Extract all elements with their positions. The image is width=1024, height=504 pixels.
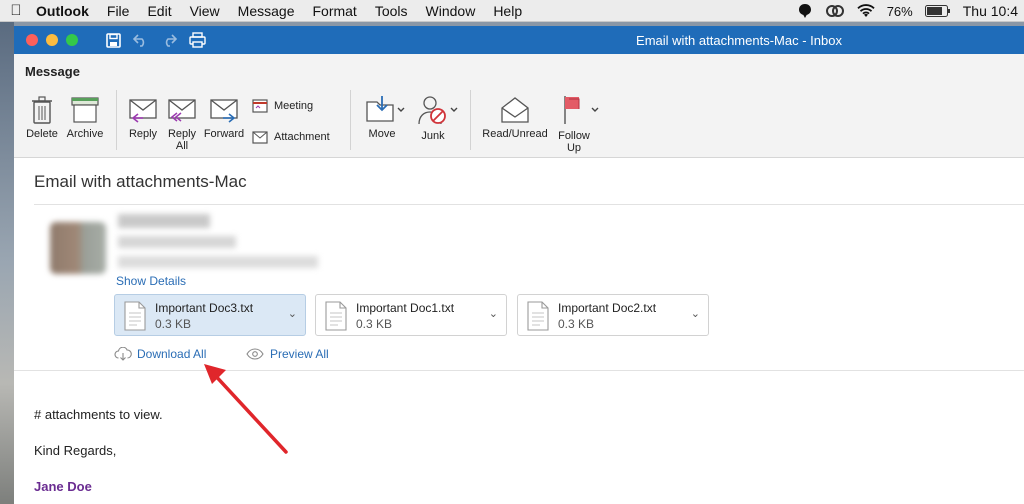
print-icon[interactable] — [189, 32, 206, 48]
battery-percent: 76% — [886, 3, 913, 19]
quick-access-toolbar — [106, 32, 206, 48]
trash-icon — [32, 96, 52, 124]
tab-message[interactable]: Message — [25, 64, 80, 84]
flag-icon — [564, 96, 599, 124]
move-label: Move — [368, 128, 396, 140]
attachment-name: Important Doc3.txt — [155, 301, 254, 315]
macos-menubar:  Outlook File Edit View Message Format … — [0, 0, 1024, 22]
follow-up-label: Follow Up — [558, 130, 590, 154]
menu-message[interactable]: Message — [229, 3, 304, 19]
text-file-icon — [325, 301, 347, 331]
text-file-icon — [527, 301, 549, 331]
sender-avatar[interactable] — [50, 222, 106, 274]
close-window-button[interactable] — [26, 34, 38, 46]
menu-help[interactable]: Help — [484, 3, 531, 19]
undo-icon[interactable] — [133, 33, 149, 47]
reply-all-label: Reply All — [167, 128, 197, 152]
zoom-window-button[interactable] — [66, 34, 78, 46]
follow-up-button[interactable]: Follow Up — [554, 94, 602, 154]
message-subject: Email with attachments-Mac — [34, 172, 247, 191]
open-envelope-icon — [501, 97, 529, 123]
cloud-download-icon — [114, 347, 132, 361]
attachment-card[interactable]: Important Doc2.txt 0.3 KB ⌄ — [517, 294, 709, 336]
menu-tools[interactable]: Tools — [366, 3, 417, 19]
attachment-size: 0.3 KB — [155, 317, 192, 331]
battery-icon[interactable] — [924, 5, 951, 17]
read-unread-label: Read/Unread — [482, 128, 548, 140]
move-folder-icon — [366, 96, 405, 122]
ribbon-separator — [470, 90, 471, 150]
annotation-arrow-icon — [204, 364, 288, 454]
junk-button[interactable]: Junk — [414, 94, 460, 142]
minimize-window-button[interactable] — [46, 34, 58, 46]
forward-label: Forward — [203, 128, 245, 140]
move-button[interactable]: Move — [362, 94, 408, 140]
chevron-down-icon[interactable]: ⌄ — [691, 307, 700, 320]
outlook-window: Email with attachments-Mac - Inbox Messa… — [14, 26, 1024, 504]
clock[interactable]: Thu 10:4 — [963, 3, 1018, 19]
archive-button[interactable]: Archive — [64, 96, 106, 140]
forward-button[interactable]: Forward — [202, 96, 246, 140]
attachment-label: Attachment — [274, 131, 330, 143]
attachment-name: Important Doc1.txt — [356, 301, 455, 315]
calendar-icon — [252, 99, 268, 113]
archive-label: Archive — [66, 128, 104, 140]
junk-label: Junk — [421, 130, 445, 142]
sender-address-redacted — [118, 236, 236, 248]
attachment-size: 0.3 KB — [356, 317, 393, 331]
attachment-reply-icon — [252, 131, 268, 144]
ribbon-tab-bar: Message — [14, 54, 1024, 84]
reply-all-button[interactable]: Reply All — [164, 96, 200, 152]
reply-all-icon — [168, 99, 196, 122]
junk-icon — [418, 96, 458, 125]
text-file-icon — [124, 301, 146, 331]
attachment-size: 0.3 KB — [558, 317, 595, 331]
header-body-divider — [14, 370, 1024, 371]
wifi-icon[interactable] — [857, 4, 875, 18]
menu-edit[interactable]: Edit — [138, 3, 180, 19]
redo-icon[interactable] — [161, 33, 177, 47]
ribbon-separator — [116, 90, 117, 150]
traffic-lights — [26, 34, 78, 46]
sender-name-redacted — [118, 214, 210, 228]
attachment-card[interactable]: Important Doc3.txt 0.3 KB ⌄ — [114, 294, 306, 336]
show-details-link[interactable]: Show Details — [116, 274, 186, 288]
attachment-button[interactable]: Attachment — [252, 130, 330, 144]
menu-file[interactable]: File — [98, 3, 139, 19]
delete-label: Delete — [26, 128, 58, 140]
archive-icon — [71, 97, 99, 123]
ribbon-separator — [350, 90, 351, 150]
menu-view[interactable]: View — [181, 3, 229, 19]
message-closing: Kind Regards, — [34, 443, 117, 458]
subject-divider — [34, 204, 1024, 205]
desktop-background — [0, 22, 14, 504]
sent-date-redacted — [118, 256, 318, 268]
meeting-button[interactable]: Meeting — [252, 98, 313, 113]
reply-button[interactable]: Reply — [126, 96, 160, 140]
reply-label: Reply — [128, 128, 158, 140]
attachment-card[interactable]: Important Doc1.txt 0.3 KB ⌄ — [315, 294, 507, 336]
save-icon[interactable] — [106, 32, 121, 48]
menu-format[interactable]: Format — [303, 3, 365, 19]
message-signature: Jane Doe — [34, 479, 92, 494]
chevron-down-icon[interactable]: ⌄ — [288, 307, 297, 320]
reading-pane: Email with attachments-Mac Show Details … — [14, 158, 1024, 504]
meeting-label: Meeting — [274, 99, 314, 112]
menu-window[interactable]: Window — [417, 3, 485, 19]
forward-icon — [210, 99, 238, 123]
chevron-down-icon[interactable]: ⌄ — [489, 307, 498, 320]
read-unread-button[interactable]: Read/Unread — [480, 96, 550, 140]
status-app-icon[interactable] — [797, 3, 813, 19]
reply-icon — [129, 99, 157, 123]
menu-app-name[interactable]: Outlook — [28, 3, 98, 19]
ribbon: Delete Archive Reply Reply All Forward M… — [14, 82, 1024, 158]
delete-button[interactable]: Delete — [24, 96, 60, 140]
creative-cloud-icon[interactable] — [825, 4, 845, 18]
apple-icon[interactable]:  — [0, 2, 28, 19]
window-titlebar[interactable]: Email with attachments-Mac - Inbox — [14, 26, 1024, 54]
attachment-name: Important Doc2.txt — [558, 301, 657, 315]
message-body-line: # attachments to view. — [34, 407, 163, 422]
